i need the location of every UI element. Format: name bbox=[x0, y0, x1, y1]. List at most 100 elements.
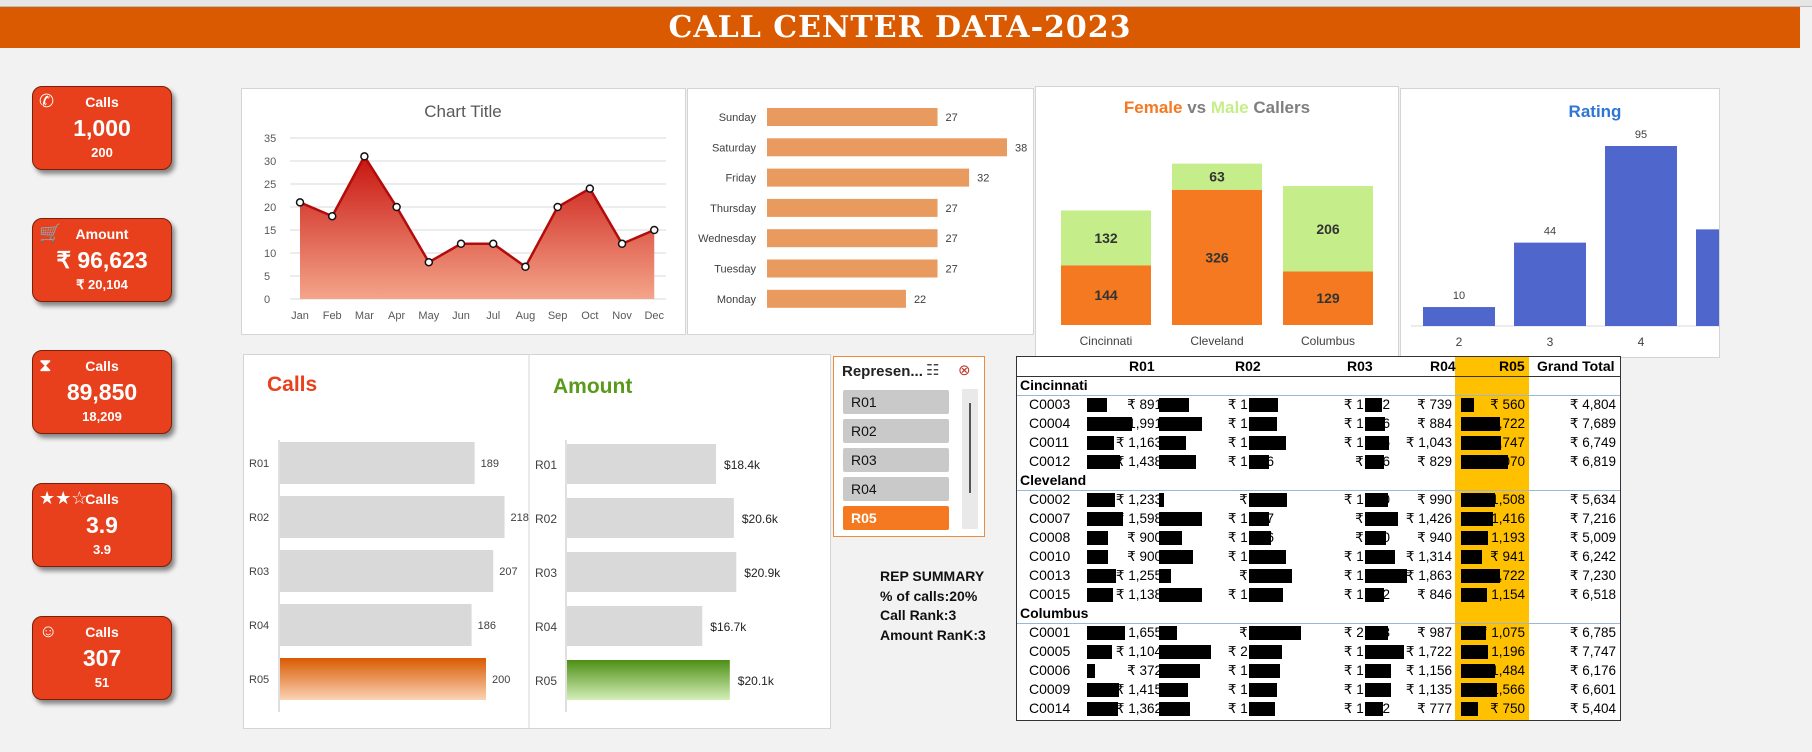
customer-id: C0010 bbox=[1029, 548, 1071, 564]
pivot-column-header: R04 bbox=[1430, 358, 1456, 374]
y-tick-label: 35 bbox=[264, 133, 276, 145]
rating-chart-panel[interactable]: Rating102443954515 bbox=[1400, 88, 1768, 358]
title-part: Callers bbox=[1249, 98, 1310, 117]
city-label: Cincinnati bbox=[1080, 334, 1133, 348]
pivot-row[interactable]: C0002 ₹ 1,233 ₹ 223 ₹ 1,680 ₹ 990 ₹ 1,508 ₹ 5,… bbox=[1017, 490, 1620, 509]
pivot-value: ₹ 960 bbox=[1355, 530, 1390, 545]
monthly-area-chart-panel[interactable]: Chart Title 0 5 10 15 20 25 30 35 Jan Feb Mar Apr May… bbox=[241, 88, 686, 335]
data-bar bbox=[1159, 702, 1191, 716]
pivot-value: ₹ 1,482 bbox=[1343, 587, 1390, 602]
clear-filter-icon[interactable]: ⊗ bbox=[958, 361, 971, 379]
kpi-label: Calls bbox=[85, 358, 119, 374]
rep-summary-call-rank: Call Rank:3 bbox=[880, 607, 957, 623]
amount-chart-title: Amount bbox=[553, 375, 632, 398]
pivot-row[interactable]: C0012 ₹ 1,438 ₹ 1,616 ₹ 866 ₹ 829 ₹ 2,070 ₹ 6,… bbox=[1017, 452, 1620, 471]
group-label: Cincinnati bbox=[1020, 377, 1088, 393]
pivot-row[interactable]: C0001 ₹ 1,655 ₹ 805 ₹ 2,263 ₹ 987 ₹ 1,075 ₹ 6,… bbox=[1017, 623, 1620, 642]
weekday-value: 27 bbox=[946, 264, 958, 276]
gender-chart-panel[interactable]: Female vs Male Callers 144 132 Cincinnati 32… bbox=[1035, 86, 1399, 357]
weekday-bar bbox=[767, 138, 1007, 157]
kpi-value: 1,000 bbox=[73, 115, 131, 141]
pivot-row[interactable]: C0010 ₹ 900 ₹ 1,470 ₹ 1,617 ₹ 1,314 ₹ 941 ₹ 6,… bbox=[1017, 547, 1620, 566]
pivot-value: ₹ 1,426 bbox=[1405, 511, 1452, 526]
pivot-group-row: Columbus bbox=[1017, 604, 1620, 624]
pivot-column-header: R05 bbox=[1499, 358, 1525, 374]
x-tick-label: Feb bbox=[323, 310, 342, 322]
calls-bar bbox=[280, 442, 475, 484]
pivot-value: ₹ 891 bbox=[1127, 397, 1162, 412]
pivot-value: ₹ 6,601 bbox=[1569, 682, 1616, 697]
pivot-row[interactable]: C0003 ₹ 891 ₹ 1,332 ₹ 1,282 ₹ 739 ₹ 560 ₹ 4,80… bbox=[1017, 395, 1620, 414]
pivot-table[interactable]: R01 R02 R03 R04 R05 Grand Total Cincinnati C000… bbox=[1016, 356, 1621, 721]
pivot-row[interactable]: C0009 ₹ 1,415 ₹ 1,271 ₹ 1,214 ₹ 1,135 ₹ 1,566… bbox=[1017, 680, 1620, 699]
city-label: Cleveland bbox=[1190, 334, 1243, 348]
pivot-value: ₹ 6,749 bbox=[1569, 435, 1616, 450]
pivot-value: ₹ 1,156 bbox=[1405, 663, 1452, 678]
pivot-row[interactable]: C0011 ₹ 1,163 ₹ 1,180 ₹ 1,616 ₹ 1,043 ₹ 1,747… bbox=[1017, 433, 1620, 452]
pivot-value: ₹ 7,747 bbox=[1569, 644, 1616, 659]
weekday-bar bbox=[767, 168, 970, 187]
pivot-value: ₹ 1,255 bbox=[1115, 568, 1162, 583]
slicer-scrollbar[interactable] bbox=[962, 389, 978, 529]
pivot-value: ₹ 941 bbox=[1490, 549, 1525, 564]
x-tick-label: Jan bbox=[291, 310, 309, 322]
calls-bar bbox=[280, 550, 494, 592]
slicer-item-r03[interactable]: R03 bbox=[843, 448, 949, 472]
kpi-label: Calls bbox=[85, 624, 119, 640]
male-value: 206 bbox=[1316, 221, 1340, 237]
weekday-bar bbox=[767, 198, 938, 217]
customer-id: C0015 bbox=[1029, 586, 1071, 602]
female-value: 129 bbox=[1316, 290, 1340, 306]
pivot-row[interactable]: C0005 ₹ 1,104 ₹ 2,280 ₹ 1,445 ₹ 1,722 ₹ 1,196… bbox=[1017, 642, 1620, 661]
y-tick-label: 15 bbox=[264, 225, 276, 237]
pivot-value: ₹ 805 bbox=[1239, 625, 1274, 640]
slicer-item-r05[interactable]: R05 bbox=[843, 506, 949, 530]
pivot-value: ₹ 1,206 bbox=[1343, 416, 1390, 431]
monthly-area-chart: Chart Title 0 5 10 15 20 25 30 35 Jan Feb Mar Apr May… bbox=[264, 102, 666, 322]
pivot-value: ₹ 1,233 bbox=[1115, 492, 1162, 507]
rep-calls-chart-panel[interactable]: Calls Amount R01 189 R01 $18.4k R02 218 R02 $20.6… bbox=[243, 354, 831, 729]
slicer-item-r01[interactable]: R01 bbox=[843, 390, 949, 414]
pivot-row[interactable]: C0008 ₹ 900 ₹ 1,016 ₹ 960 ₹ 940 ₹ 1,193 ₹ 5,00… bbox=[1017, 528, 1620, 547]
group-label: Cleveland bbox=[1020, 472, 1087, 488]
pivot-column-header: R03 bbox=[1347, 358, 1373, 374]
calls-value: 218 bbox=[511, 512, 529, 524]
multi-select-icon[interactable]: ☷ bbox=[926, 361, 939, 379]
pivot-value: ₹ 1,818 bbox=[1227, 663, 1274, 678]
pivot-value: ₹ 1,566 bbox=[1478, 682, 1525, 697]
pivot-value: ₹ 7,689 bbox=[1569, 416, 1616, 431]
weekday-value: 22 bbox=[914, 294, 926, 306]
x-tick-label: Jul bbox=[486, 310, 500, 322]
pivot-value: ₹ 1,043 bbox=[1405, 435, 1452, 450]
pivot-row[interactable]: C0015 ₹ 1,138 ₹ 1,898 ₹ 1,482 ₹ 846 ₹ 1,154 ₹ … bbox=[1017, 585, 1620, 604]
y-tick-label: 10 bbox=[264, 248, 276, 260]
weekday-bar-chart-panel[interactable]: Sunday 27 Saturday 38 Friday 32 Thursday 27 Wedn… bbox=[687, 88, 1034, 335]
pivot-value: ₹ 6,819 bbox=[1569, 454, 1616, 469]
male-value: 132 bbox=[1094, 230, 1118, 246]
calls-value: 189 bbox=[481, 458, 499, 470]
pivot-row[interactable]: C0006 ₹ 372 ₹ 1,818 ₹ 1,346 ₹ 1,156 ₹ 1,484 ₹ … bbox=[1017, 661, 1620, 680]
slicer-item-r02[interactable]: R02 bbox=[843, 419, 949, 443]
slicer-item-r04[interactable]: R04 bbox=[843, 477, 949, 501]
pivot-column-header: R02 bbox=[1235, 358, 1261, 374]
pivot-row[interactable]: C0007 ₹ 1,598 ₹ 1,907 ₹ 869 ₹ 1,426 ₹ 1,416 ₹ … bbox=[1017, 509, 1620, 528]
pivot-value: ₹ 1,154 bbox=[1478, 587, 1525, 602]
kpi-label: Calls bbox=[85, 94, 119, 110]
pivot-value: ₹ 1,907 bbox=[1227, 511, 1274, 526]
column-header-strip bbox=[0, 0, 1812, 7]
pivot-row[interactable]: C0004 ₹ 1,991 ₹ 1,886 ₹ 1,206 ₹ 884 ₹ 1,722 ₹ … bbox=[1017, 414, 1620, 433]
weekday-value: 38 bbox=[1015, 142, 1027, 154]
pivot-header-row: R01 R02 R03 R04 R05 Grand Total bbox=[1017, 357, 1620, 377]
pivot-value: ₹ 6,176 bbox=[1569, 663, 1616, 678]
pivot-value: ₹ 1,722 bbox=[1478, 568, 1525, 583]
title-part: vs bbox=[1182, 98, 1206, 117]
pivot-row[interactable]: C0014 ₹ 1,362 ₹ 1,363 ₹ 1,152 ₹ 777 ₹ 750 ₹ 5,… bbox=[1017, 699, 1620, 718]
pivot-row[interactable]: C0013 ₹ 1,255 ₹ 516 ₹ 1,874 ₹ 1,863 ₹ 1,722 ₹ … bbox=[1017, 566, 1620, 585]
pivot-group-row: Cleveland bbox=[1017, 471, 1620, 491]
weekday-bar bbox=[767, 229, 938, 248]
kpi-subvalue: 51 bbox=[94, 675, 110, 690]
representative-slicer[interactable]: Represen... ☷ ⊗ R01 R02 R03 R04 R05 bbox=[833, 356, 985, 537]
amount-bar bbox=[567, 498, 734, 538]
kpi-subvalue: ₹ 20,104 bbox=[76, 277, 128, 292]
rep-summary-pct: % of calls:20% bbox=[880, 587, 978, 604]
